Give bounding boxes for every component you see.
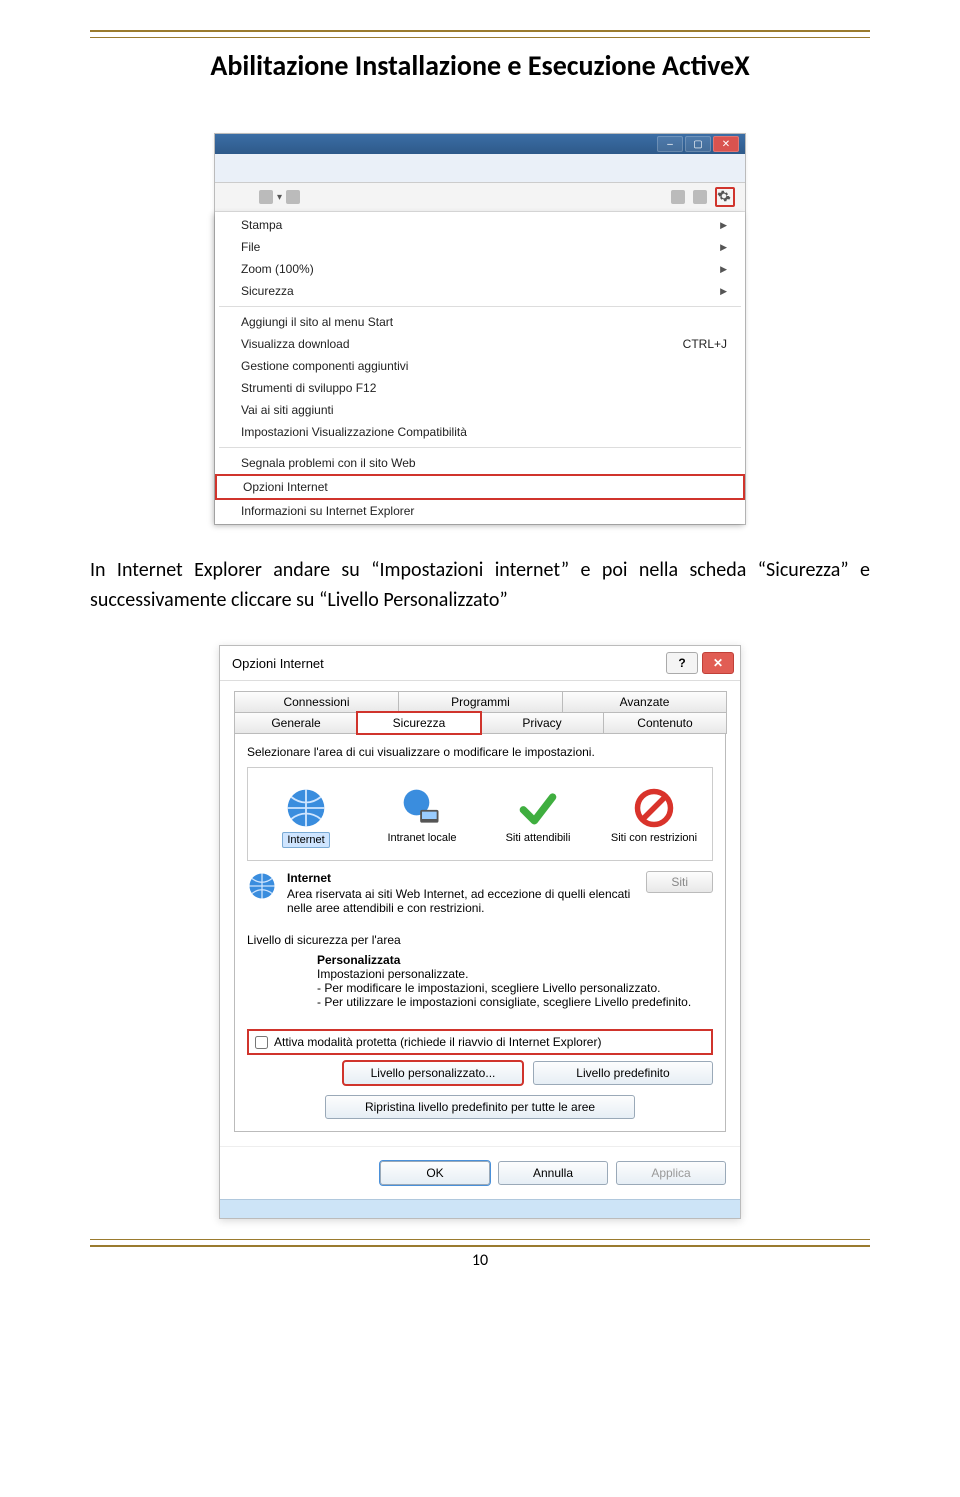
menu-item-label: File — [241, 240, 260, 254]
home-icon[interactable] — [259, 190, 273, 204]
submenu-arrow-icon: ▶ — [720, 286, 727, 297]
zone-description: Internet Area riservata ai siti Web Inte… — [287, 871, 636, 915]
menu-item[interactable]: Impostazioni Visualizzazione Compatibili… — [215, 421, 745, 443]
zone-intranet[interactable]: Intranet locale — [378, 786, 466, 844]
zone-label: Intranet locale — [378, 832, 466, 844]
tab-contenuto[interactable]: Contenuto — [603, 712, 727, 734]
tab-generale[interactable]: Generale — [234, 712, 358, 734]
dropdown-icon[interactable]: ▾ — [277, 192, 282, 203]
zone-label: Internet — [282, 832, 329, 848]
dialog-tabs: ConnessioniProgrammiAvanzate GeneraleSic… — [234, 691, 726, 733]
trusted-icon — [516, 786, 560, 830]
menu-item[interactable]: Stampa ▶ — [215, 214, 745, 236]
globe-icon — [247, 871, 277, 901]
custom-level-line: Impostazioni personalizzate. — [317, 967, 713, 981]
zone-label: Siti con restrizioni — [610, 832, 698, 844]
zone-label: Siti attendibili — [494, 832, 582, 844]
ie-tools-dropdown-menu: Stampa ▶ File ▶ Zoom (100%) ▶ Sicurezza ▶ Aggiu… — [215, 212, 745, 524]
protected-mode-label: Attiva modalità protetta (richiede il ri… — [274, 1035, 601, 1049]
menu-item[interactable]: Gestione componenti aggiuntivi — [215, 355, 745, 377]
bottom-rule — [90, 1239, 870, 1247]
apply-button[interactable]: Applica — [616, 1161, 726, 1185]
zone-prompt: Selezionare l'area di cui visualizzare o… — [247, 745, 713, 759]
close-button[interactable]: ✕ — [713, 136, 739, 152]
dialog-titlebar: Opzioni Internet ? ✕ — [220, 646, 740, 681]
menu-item[interactable]: Visualizza download CTRL+J — [215, 333, 745, 355]
tab-avanzate[interactable]: Avanzate — [562, 691, 727, 713]
submenu-arrow-icon: ▶ — [720, 220, 727, 231]
menu-item[interactable]: Informazioni su Internet Explorer — [215, 500, 745, 522]
menu-item-label: Segnala problemi con il sito Web — [241, 456, 416, 470]
reset-all-button[interactable]: Ripristina livello predefinito per tutte… — [325, 1095, 635, 1119]
menu-item-label: Vai ai siti aggiunti — [241, 403, 334, 417]
restricted-icon — [632, 786, 676, 830]
menu-item-label: Aggiungi il sito al menu Start — [241, 315, 393, 329]
menu-item[interactable]: Aggiungi il sito al menu Start — [215, 311, 745, 333]
ie-tools-menu-screenshot: – ▢ ✕ ▾ Stampa▶File▶Zoom (100%)▶Sicurezz… — [214, 133, 746, 525]
ok-button[interactable]: OK — [380, 1161, 490, 1185]
dialog-footer-buttons: OK Annulla Applica — [220, 1146, 740, 1199]
submenu-arrow-icon: ▶ — [720, 242, 727, 253]
instruction-paragraph: In Internet Explorer andare su “Impostaz… — [90, 555, 870, 615]
internet-icon — [284, 786, 328, 830]
help-button[interactable]: ? — [666, 652, 698, 674]
security-level-label: Livello di sicurezza per l'area — [247, 933, 713, 947]
menu-item-label: Impostazioni Visualizzazione Compatibili… — [241, 425, 467, 439]
dialog-bottom-strip — [220, 1199, 740, 1218]
ie-window-titlebar: – ▢ ✕ — [215, 134, 745, 154]
default-level-button[interactable]: Livello predefinito — [533, 1061, 713, 1085]
menu-item[interactable]: Segnala problemi con il sito Web — [215, 452, 745, 474]
gear-icon[interactable] — [715, 187, 735, 207]
menu-item-label: Informazioni su Internet Explorer — [241, 504, 414, 518]
tab-programmi[interactable]: Programmi — [398, 691, 563, 713]
favorites-icon[interactable] — [693, 190, 707, 204]
zone-restricted[interactable]: Siti con restrizioni — [610, 786, 698, 844]
menu-item-label: Strumenti di sviluppo F12 — [241, 381, 376, 395]
menu-item[interactable]: Strumenti di sviluppo F12 — [215, 377, 745, 399]
custom-level-button[interactable]: Livello personalizzato... — [343, 1061, 523, 1085]
tab-sicurezza[interactable]: Sicurezza — [357, 712, 481, 734]
menu-item-label: Sicurezza — [241, 284, 294, 298]
menu-item-shortcut: CTRL+J — [683, 337, 727, 351]
menu-item[interactable]: File ▶ — [215, 236, 745, 258]
doc-title: Abilitazione Installazione e Esecuzione … — [90, 48, 870, 83]
tab-connessioni[interactable]: Connessioni — [234, 691, 399, 713]
ie-command-bar: ▾ — [215, 183, 745, 212]
maximize-button[interactable]: ▢ — [685, 136, 711, 152]
sites-button[interactable]: Siti — [646, 871, 713, 893]
protected-mode-checkbox[interactable] — [255, 1036, 268, 1049]
menu-item[interactable]: Zoom (100%) ▶ — [215, 258, 745, 280]
menu-item[interactable]: Sicurezza ▶ — [215, 280, 745, 302]
close-button[interactable]: ✕ — [702, 652, 734, 674]
custom-level-line: - Per utilizzare le impostazioni consigl… — [317, 995, 713, 1009]
top-rule — [90, 30, 870, 38]
custom-level-description: Personalizzata Impostazioni personalizza… — [317, 953, 713, 1009]
menu-item-label: Gestione componenti aggiuntivi — [241, 359, 408, 373]
menu-item-label: Zoom (100%) — [241, 262, 314, 276]
protected-mode-row: Attiva modalità protetta (richiede il ri… — [247, 1029, 713, 1055]
cancel-button[interactable]: Annulla — [498, 1161, 608, 1185]
ie-tab-strip — [215, 154, 745, 183]
submenu-arrow-icon: ▶ — [720, 264, 727, 275]
minimize-button[interactable]: – — [657, 136, 683, 152]
custom-level-line: - Per modificare le impostazioni, scegli… — [317, 981, 713, 995]
internet-options-dialog: Opzioni Internet ? ✕ ConnessioniProgramm… — [219, 645, 741, 1219]
menu-item-label: Visualizza download — [241, 337, 350, 351]
feeds-icon[interactable] — [286, 190, 300, 204]
zone-trusted[interactable]: Siti attendibili — [494, 786, 582, 844]
home2-icon[interactable] — [671, 190, 685, 204]
menu-item[interactable]: Vai ai siti aggiunti — [215, 399, 745, 421]
zone-internet[interactable]: Internet — [262, 786, 350, 848]
intranet-icon — [400, 786, 444, 830]
dialog-title: Opzioni Internet — [232, 656, 324, 671]
menu-item[interactable]: Opzioni Internet — [215, 474, 745, 500]
page-number: 10 — [90, 1251, 870, 1270]
tab-privacy[interactable]: Privacy — [480, 712, 604, 734]
menu-item-label: Stampa — [241, 218, 282, 232]
menu-item-label: Opzioni Internet — [243, 480, 328, 494]
